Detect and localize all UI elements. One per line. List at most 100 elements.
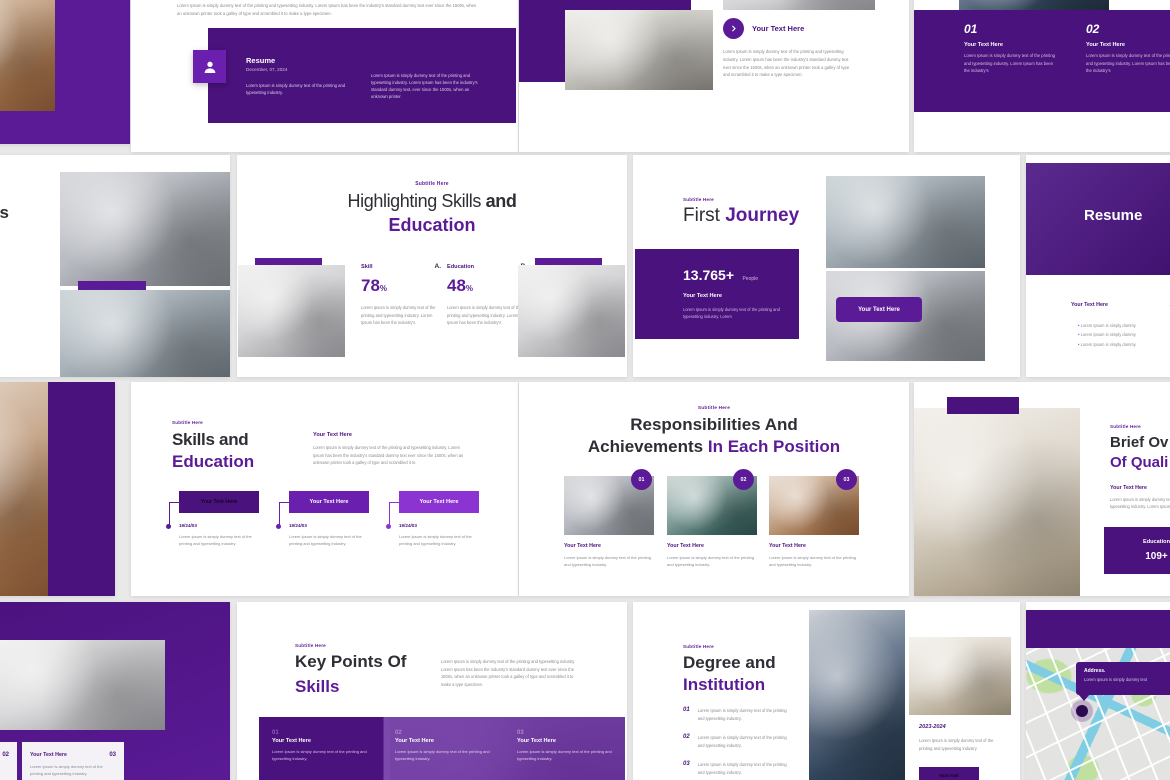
item-number: 01 [683, 707, 690, 713]
process-item-03: 03 the printing [0, 335, 45, 363]
stat-unit: % [379, 284, 388, 293]
photo-handshake-top [723, 0, 875, 10]
item-number: 02 [1086, 22, 1100, 36]
stat-value: 48 [447, 276, 466, 295]
slide-key-points[interactable]: Subtitle Here Key Points Of Skills Lorem… [237, 602, 627, 780]
more-text-button[interactable]: More text [919, 767, 979, 780]
card-text: Lorem Ipsum is simply dummy text of the … [272, 749, 367, 762]
photo-writing-hands [914, 408, 1080, 596]
card-text: Lorem Ipsum is simply dummy text of the … [395, 749, 490, 762]
slide-degree-institution[interactable]: Subtitle Here Degree and Institution 01 … [633, 602, 1020, 780]
degree-item-03: 03 Lorem Ipsum is simply dummy text of t… [683, 761, 788, 776]
person-icon [193, 50, 226, 83]
step-label-button[interactable]: Your Text Here [289, 491, 369, 513]
stat-body: Lorem Ipsum is simply dummy text of the … [683, 307, 780, 320]
page-title: Highlighting Skills and [237, 191, 627, 212]
title-part1: Degree and [683, 653, 776, 672]
stat-value: 109+ [1145, 551, 1168, 562]
slide-resume-card[interactable]: Lorem Ipsum is simply dummy text of the … [131, 0, 518, 152]
key-point-card-1: 01 Your Text Here Lorem Ipsum is simply … [272, 730, 367, 763]
card-text: Lorem Ipsum is simply dummy text of the … [517, 749, 612, 762]
stat-skill: Skill A. 78% Lorem Ipsum is simply dummy… [361, 263, 441, 327]
item-text: Lorem Ipsum is simply dummy text of the … [1086, 53, 1170, 74]
slide-skills-education[interactable]: Subtitle Here Skills and Education Your … [131, 382, 518, 596]
step-date: 19/24/03 [289, 523, 307, 528]
education-stat-box: Education 109+ [1104, 527, 1170, 574]
title-line2b: In Each Position [707, 437, 841, 456]
title-line2a: Achievements [587, 437, 704, 456]
step-label-button[interactable]: Your Text Here [179, 491, 259, 513]
connector-line [280, 502, 290, 503]
card-text: Lorem Ipsum is simply dummy text of the … [769, 555, 856, 568]
item-number: 01 [964, 22, 978, 36]
card-heading: Your Text Here [395, 738, 434, 744]
slide-resume-bullets[interactable]: Resume Your Text Here A. • Lorem Ipsum i… [1026, 155, 1170, 377]
side-heading: Your Text Here [313, 432, 352, 438]
item-text: the printing [0, 317, 45, 323]
card-text: Lorem Ipsum is simply dummy text of the … [564, 555, 651, 568]
process-item-02: 02 the printing [0, 295, 45, 323]
slide-row3-col1-partial[interactable] [0, 382, 115, 596]
photo-woman-standing [0, 382, 48, 596]
slide-process-partial[interactable]: ss 01 the printing 02 the printing 03 th… [0, 155, 230, 377]
overview-heading: Your Text Here [1110, 485, 1147, 491]
map-pin-icon[interactable] [1076, 705, 1088, 717]
purple-header-band [1026, 610, 1170, 648]
slide-row4-col1-partial[interactable]: l n Your Text Here 02 Lorem Ipsum is sim… [0, 602, 230, 780]
key-points-body: Lorem Ipsum is simply dummy text of the … [441, 659, 576, 687]
slide-first-journey[interactable]: Subtitle Here First Journey 13.765+ Peop… [633, 155, 1020, 377]
photo-documents [959, 0, 1109, 10]
page-subtitle: Subtitle Here [172, 420, 203, 425]
card-number: 01 [272, 730, 279, 736]
timeline-dot [386, 524, 391, 529]
item-text: Lorem Ipsum is simply dummy text of the … [697, 762, 787, 775]
card-number: 03 [109, 752, 116, 758]
resume-intro-text: Lorem Ipsum is simply dummy text of the … [177, 3, 477, 16]
chevron-right-icon[interactable] [723, 18, 744, 39]
stat-label: Education [1142, 539, 1170, 545]
slide-responsibilities[interactable]: Subtitle Here Responsibilities And Achie… [519, 382, 909, 596]
item-text: Lorem Ipsum is simply dummy text of the … [697, 708, 787, 721]
stat-value: 13.765+ [683, 267, 734, 283]
step-text: Lorem Ipsum is simply dummy text of the … [289, 534, 362, 547]
slide-highlighting-skills[interactable]: Subtitle Here Highlighting Skills and Ed… [237, 155, 627, 377]
callout-bubble[interactable]: Your Text Here [836, 297, 922, 322]
slide-map-address[interactable]: Address. Lorem Ipsum is simply dummy tex… [1026, 602, 1170, 780]
item-label: Your Text Here [1086, 42, 1125, 48]
resume-date: December, 07, 2024 [246, 67, 288, 72]
slide-resume-numbered[interactable]: Resu 01 Your Text Here Lorem Ipsum is si… [914, 0, 1170, 152]
overview-body: Lorem Ipsum is simply dummy text of the … [1110, 497, 1170, 510]
page-subtitle: Subtitle Here [1110, 424, 1141, 429]
title-part2: Journey [725, 205, 800, 226]
stat-purple-card: 13.765+ People Your Text Here Lorem Ipsu… [635, 249, 799, 339]
bottom-card-03[interactable]: Your Text Here 03 Lorem Ipsum is simply … [22, 742, 124, 780]
card-text: Lorem Ipsum is simply dummy text of the … [30, 764, 103, 777]
photo-man-at-desk [565, 10, 713, 90]
step-date: 19/24/03 [399, 523, 417, 528]
photo-interview [60, 172, 230, 286]
card-heading: Your Text Here [272, 738, 311, 744]
card-number-badge: 03 [836, 469, 857, 490]
bullet-list: • Lorem Ipsum is simply dummy • Lorem Ip… [1078, 321, 1136, 349]
step-label-button[interactable]: Your Text Here [399, 491, 479, 513]
card-heading: Your Text Here [517, 738, 556, 744]
address-callout[interactable]: Address. Lorem Ipsum is simply dummy tex… [1076, 662, 1170, 695]
side-body: Lorem Ipsum is simply dummy text of the … [313, 445, 464, 466]
slide-brief-overview[interactable]: Subtitle Here Brief Ov Of Quali Your Tex… [914, 382, 1170, 596]
what-resume-body: Lorem Ipsum is simply dummy text of the … [723, 49, 850, 78]
title-part1: Brief Ov [1110, 434, 1169, 451]
page-subtitle: Subtitle Here [683, 644, 714, 649]
title-line1: Responsibilities And [630, 415, 798, 434]
slide-row1-col1-partial[interactable] [0, 0, 130, 144]
card-heading: Your Text Here [667, 543, 704, 549]
map-area[interactable]: Address. Lorem Ipsum is simply dummy tex… [1026, 648, 1170, 780]
slide-what-is-resume[interactable]: Resume? Your Text Here Lorem Ipsum is si… [519, 0, 909, 152]
process-title-fragment: ss [0, 203, 9, 222]
list-item: • Lorem Ipsum is simply dummy [1078, 323, 1136, 328]
stat-heading: Your Text Here [683, 293, 722, 299]
title-and: and [485, 191, 517, 211]
connector-line [390, 502, 400, 503]
item-label: Your Text Here [964, 42, 1003, 48]
page-subtitle: Subtitle Here [415, 181, 449, 187]
bottom-card-02[interactable]: Your Text Here 02 Lorem Ipsum is simply … [0, 742, 17, 780]
